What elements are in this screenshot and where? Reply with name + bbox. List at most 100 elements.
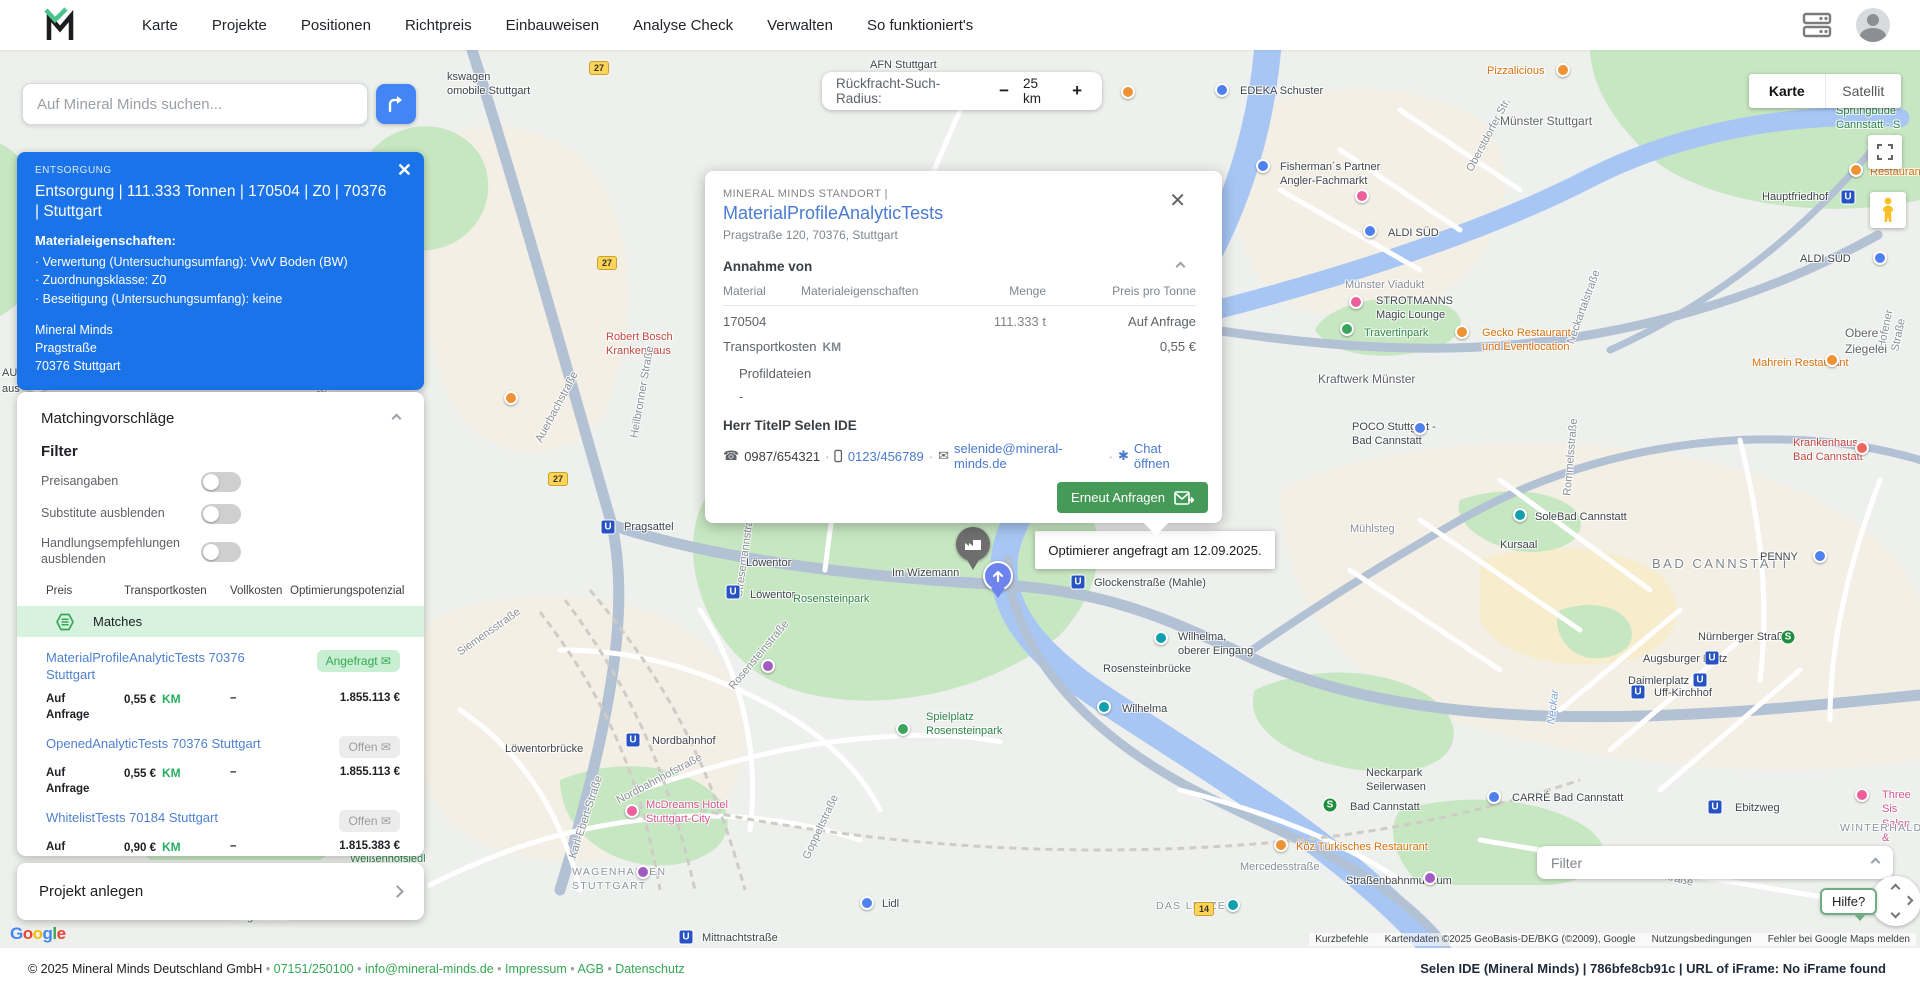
radius-decrease-button[interactable]: − [993,81,1015,101]
poi-marker-teal[interactable] [1097,700,1111,714]
street-view-pegman-button[interactable] [1870,192,1906,228]
nav-item-positionen[interactable]: Positionen [301,17,371,34]
poi-marker-green[interactable] [1340,322,1354,336]
map-filter-input[interactable] [1551,854,1872,871]
footer-link[interactable]: Datenschutz [615,962,684,976]
contact-separator: · [928,448,934,464]
popup-email-link[interactable]: selenide@mineral-minds.de [954,441,1104,471]
popup-close-icon[interactable]: ✕ [1169,191,1186,211]
poi-marker-purple[interactable] [1423,871,1437,885]
poi-marker-pink[interactable] [625,804,639,818]
pan-control[interactable] [1871,876,1920,926]
poi-marker-teal[interactable] [1513,508,1527,522]
radius-increase-button[interactable]: + [1066,81,1088,101]
poi-marker-orange[interactable] [1849,163,1863,177]
popup-mobile-link[interactable]: 0123/456789 [848,449,924,464]
ubahn-station-icon[interactable]: U [1704,650,1720,666]
map-type-satellite-button[interactable]: Satellit [1826,74,1902,108]
chat-icon: ✱ [1117,448,1129,463]
poi-marker-purple[interactable] [761,659,775,673]
request-again-button[interactable]: Erneut Anfragen [1057,482,1208,513]
filter-collapse-icon[interactable] [1870,857,1881,868]
popup-chat-link[interactable]: Chat öffnen [1134,441,1196,471]
nav-item-richtpreis[interactable]: Richtpreis [405,17,472,34]
ubahn-station-icon[interactable]: U [1707,799,1723,815]
poi-marker-blue[interactable] [1215,83,1229,97]
server-list-icon[interactable] [1802,12,1832,38]
nav-item-analyse-check[interactable]: Analyse Check [633,17,733,34]
popup-collapse-icon[interactable] [1175,261,1186,272]
popup-files-value: - [739,389,744,404]
poi-marker-blue[interactable] [860,896,874,910]
nav-item-so-funktioniert-s[interactable]: So funktioniert's [867,17,973,34]
map-type-map-button[interactable]: Karte [1749,74,1826,108]
poi-marker-green[interactable] [896,722,910,736]
pan-down-icon[interactable] [1890,908,1901,919]
search-directions-button[interactable] [376,84,416,124]
disposal-close-icon[interactable]: ✕ [397,160,412,181]
poi-marker-orange[interactable] [1274,838,1288,852]
poi-marker-orange[interactable] [1121,85,1135,99]
pan-right-icon[interactable] [1903,895,1914,906]
poi-marker-purple[interactable] [636,865,650,879]
nav-item-verwalten[interactable]: Verwalten [767,17,833,34]
google-logo[interactable]: Google [10,924,66,944]
match-title-link[interactable]: OpenedAnalyticTests 70376 Stuttgart [46,736,261,753]
user-avatar[interactable] [1856,8,1890,42]
ubahn-station-icon[interactable]: U [600,519,616,535]
fullscreen-button[interactable] [1868,135,1902,169]
poi-marker-orange[interactable] [1556,63,1570,77]
poi-marker-blue[interactable] [1873,251,1887,265]
sbahn-station-icon[interactable]: S [1780,629,1796,645]
attribution-item[interactable]: Kurzbefehle [1315,934,1368,945]
poi-marker-orange[interactable] [1825,353,1839,367]
poi-marker-red[interactable] [1855,441,1869,455]
poi-marker-teal[interactable] [1226,898,1240,912]
match-title-link[interactable]: WhitelistTests 70184 Stuttgart [46,810,218,827]
match-row: OpenedAnalyticTests 70376 Stuttgart Offen… [46,736,400,797]
matching-collapse-icon[interactable] [391,413,402,424]
toggle-switch[interactable] [201,504,241,524]
poi-marker-blue[interactable] [1256,159,1270,173]
footer-link[interactable]: Impressum [505,962,567,976]
map-filter-control [1537,846,1893,879]
poi-marker-blue[interactable] [1813,549,1827,563]
poi-marker-pink[interactable] [1355,189,1369,203]
poi-marker-pink[interactable] [1855,788,1869,802]
footer-link[interactable]: AGB [577,962,603,976]
nav-item-einbauweisen[interactable]: Einbauweisen [506,17,599,34]
ubahn-station-icon[interactable]: U [1692,672,1708,688]
ubahn-station-icon[interactable]: U [1840,189,1856,205]
poi-marker-teal[interactable] [1154,631,1168,645]
footer-link[interactable]: info@mineral-minds.de [365,962,494,976]
nav-item-karte[interactable]: Karte [142,17,178,34]
ubahn-station-icon[interactable]: U [625,732,641,748]
map-label: Löwentor [746,557,792,569]
ubahn-station-icon[interactable]: U [678,929,694,945]
toggle-switch[interactable] [201,541,241,562]
pan-up-icon[interactable] [1890,883,1901,894]
ubahn-station-icon[interactable]: U [1070,574,1086,590]
ubahn-station-icon[interactable]: U [1630,684,1646,700]
create-project-button[interactable]: Projekt anlegen [17,863,424,920]
mineral-minds-logo[interactable] [42,6,80,44]
poi-marker-blue[interactable] [1363,224,1377,238]
footer-link[interactable]: 07151/250100 [274,962,354,976]
attribution-item[interactable]: Nutzungsbedingungen [1652,934,1752,945]
toggle-switch[interactable] [201,472,241,492]
search-input[interactable] [22,83,368,125]
sbahn-station-icon[interactable]: S [1322,797,1338,813]
poi-marker-orange[interactable] [1455,325,1469,339]
match-title-link[interactable]: MaterialProfileAnalyticTests 70376 Stutt… [46,650,296,684]
toggle-label: Handlungsempfehlungen ausblenden [41,536,180,566]
poi-marker-blue[interactable] [1487,790,1501,804]
poi-marker-blue[interactable] [1413,421,1427,435]
ubahn-station-icon[interactable]: U [725,584,741,600]
poi-marker-pink[interactable] [1349,295,1363,309]
attribution-item[interactable]: Fehler bei Google Maps melden [1768,934,1910,945]
selected-location-pin[interactable] [983,561,1013,598]
nav-item-projekte[interactable]: Projekte [212,17,267,34]
poi-marker-orange[interactable] [504,391,518,405]
help-button[interactable]: Hilfe? [1820,888,1878,921]
popup-title-link[interactable]: MaterialProfileAnalyticTests [723,203,1196,224]
